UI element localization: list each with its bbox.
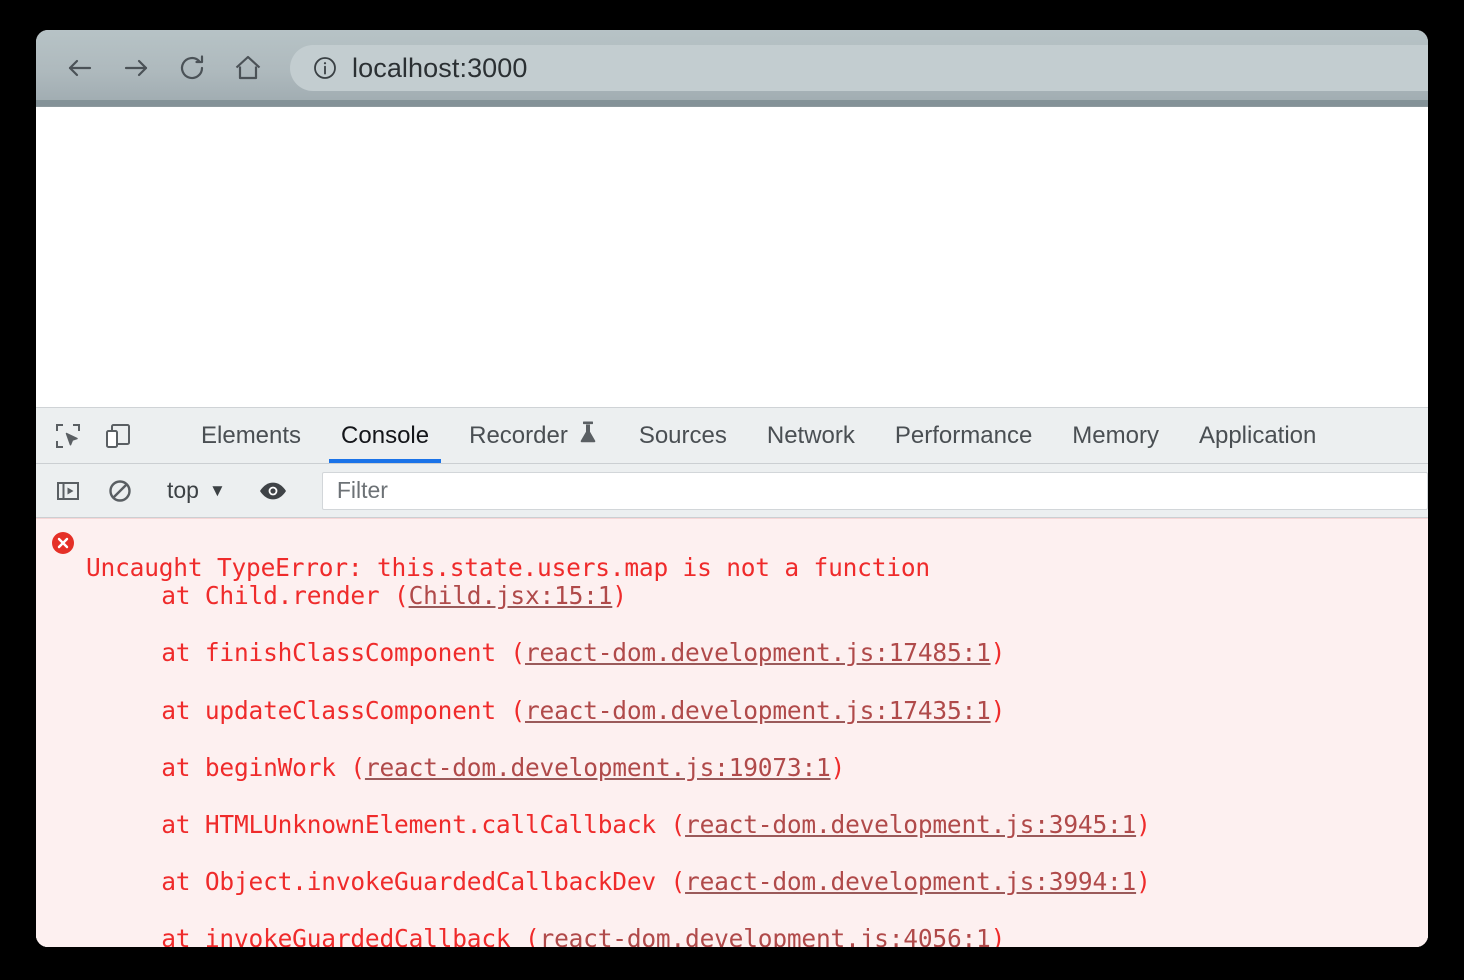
- tab-application[interactable]: Application: [1179, 408, 1336, 463]
- stack-prefix: at Child.render (: [161, 581, 409, 611]
- url-text: localhost:3000: [352, 52, 528, 83]
- execution-context-label: top: [167, 477, 199, 503]
- devtools-panel: Elements Console Recorder Sources Networ…: [36, 407, 1428, 947]
- stack-link[interactable]: react-dom.development.js:17485:1: [525, 638, 991, 668]
- tab-label: Application: [1198, 421, 1317, 449]
- tab-console[interactable]: Console: [321, 408, 449, 463]
- tab-elements[interactable]: Elements: [181, 408, 321, 463]
- stack-suffix: ): [990, 638, 1006, 668]
- stack-frame: at HTMLUnknownElement.callCallback (reac…: [86, 809, 1151, 840]
- stack-prefix: at beginWork (: [161, 752, 365, 782]
- tab-sources[interactable]: Sources: [619, 408, 747, 463]
- browser-toolbar: localhost:3000: [36, 30, 1428, 107]
- stack-frame: at invokeGuardedCallback (react-dom.deve…: [86, 925, 1151, 947]
- chevron-down-icon: ▼: [208, 480, 226, 500]
- screenshot-root: localhost:3000 Elements Console Recorder…: [0, 0, 1464, 980]
- forward-arrow-icon[interactable]: [108, 40, 164, 96]
- stack-suffix: ): [830, 752, 846, 782]
- console-toolbar: top ▼ Filter: [36, 464, 1428, 518]
- home-icon[interactable]: [220, 40, 276, 96]
- tab-label: Console: [341, 421, 430, 449]
- live-expression-icon[interactable]: [255, 473, 291, 509]
- inspect-element-icon[interactable]: [50, 418, 86, 454]
- info-circle-icon[interactable]: [312, 55, 338, 81]
- page-viewport: [36, 107, 1428, 407]
- back-arrow-icon[interactable]: [52, 40, 108, 96]
- stack-prefix: at Object.invokeGuardedCallbackDev (: [161, 867, 686, 897]
- console-sidebar-icon[interactable]: [50, 473, 86, 509]
- stack-prefix: at HTMLUnknownElement.callCallback (: [161, 809, 686, 839]
- execution-context-select[interactable]: top ▼: [163, 477, 230, 504]
- tab-label: Performance: [894, 421, 1033, 449]
- error-badge-icon: [50, 530, 76, 556]
- address-bar[interactable]: localhost:3000: [290, 45, 1428, 91]
- stack-prefix: at finishClassComponent (: [161, 638, 525, 668]
- stack-suffix: ): [1136, 809, 1151, 839]
- tab-performance[interactable]: Performance: [875, 408, 1052, 463]
- tab-label: Memory: [1072, 421, 1159, 449]
- browser-window: localhost:3000 Elements Console Recorder…: [36, 30, 1428, 947]
- stack-suffix: ): [612, 581, 627, 611]
- console-message-error[interactable]: Uncaught TypeError: this.state.users.map…: [36, 518, 1428, 947]
- tab-label: Recorder: [469, 421, 568, 449]
- stack-suffix: ): [990, 924, 1006, 947]
- filter-placeholder: Filter: [336, 477, 388, 503]
- error-header: Uncaught TypeError: this.state.users.map…: [86, 552, 930, 582]
- console-message-list: Uncaught TypeError: this.state.users.map…: [36, 518, 1428, 947]
- filter-input[interactable]: Filter: [321, 471, 1428, 510]
- flask-icon: [577, 420, 599, 451]
- stack-link[interactable]: react-dom.development.js:4056:1: [540, 924, 991, 947]
- tab-network[interactable]: Network: [747, 408, 875, 463]
- tab-recorder[interactable]: Recorder: [449, 408, 619, 463]
- stack-prefix: at updateClassComponent (: [161, 695, 525, 725]
- stack-frame: at finishClassComponent (react-dom.devel…: [86, 639, 1151, 668]
- tab-memory[interactable]: Memory: [1052, 408, 1179, 463]
- stack-link[interactable]: Child.jsx:15:1: [409, 581, 613, 610]
- stack-prefix: at invokeGuardedCallback (: [161, 924, 540, 947]
- clear-console-icon[interactable]: [102, 473, 138, 509]
- stack-link[interactable]: react-dom.development.js:3994:1: [685, 867, 1136, 896]
- stack-frame: at Object.invokeGuardedCallbackDev (reac…: [86, 867, 1151, 897]
- tab-label: Elements: [201, 421, 302, 449]
- stack-suffix: ): [990, 695, 1006, 725]
- error-message-body: Uncaught TypeError: this.state.users.map…: [86, 525, 1151, 947]
- stack-link[interactable]: react-dom.development.js:17435:1: [525, 696, 991, 725]
- devtools-tabbar: Elements Console Recorder Sources Networ…: [36, 408, 1428, 464]
- stack-suffix: ): [1136, 867, 1151, 897]
- devtools-tool-icons: [36, 408, 181, 463]
- stack-frame: at beginWork (react-dom.development.js:1…: [86, 752, 1151, 783]
- stack-link[interactable]: react-dom.development.js:19073:1: [365, 753, 831, 782]
- stack-frame: at updateClassComponent (react-dom.devel…: [86, 695, 1151, 726]
- stack-link[interactable]: react-dom.development.js:3945:1: [685, 810, 1136, 839]
- stack-frame: at Child.render (Child.jsx:15:1): [86, 581, 1151, 611]
- devtools-tabs: Elements Console Recorder Sources Networ…: [181, 408, 1336, 463]
- tab-label: Network: [766, 421, 855, 449]
- device-toolbar-icon[interactable]: [100, 418, 136, 454]
- tab-label: Sources: [638, 421, 727, 449]
- reload-icon[interactable]: [164, 40, 220, 96]
